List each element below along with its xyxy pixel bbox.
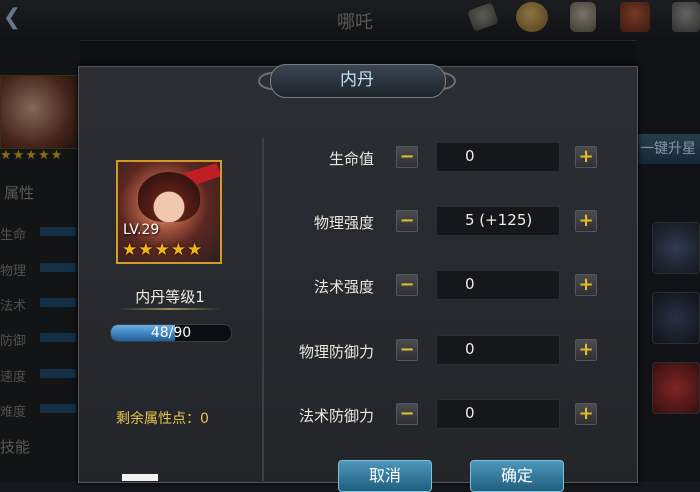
attr-value-physical-defense: 0 [436,335,560,365]
decrease-physical-defense-button[interactable]: − [396,339,418,361]
increase-hp-button[interactable]: + [575,146,597,168]
hero-level: LV.29 [123,222,160,238]
decrease-magic-attack-button[interactable]: − [396,274,418,296]
attr-value-text: 0 [465,340,475,358]
attr-value-text: 0 [465,147,475,165]
dialog-title: 内丹 [340,70,374,90]
dialog-header: 内丹 [258,60,456,102]
dialog-divider [262,138,264,481]
attr-value-hp: 0 [436,142,560,172]
remaining-points-label: 剩余属性点：0 [116,411,209,427]
overlay-patch [122,474,158,481]
attr-label-magic-defense: 法术防御力 [298,407,374,425]
attr-value-magic-attack: 0 [436,270,560,300]
decrease-physical-attack-button[interactable]: − [396,210,418,232]
attr-value-text: 5 (+125) [465,211,533,229]
exp-progress-text: 48/90 [150,325,192,341]
neidan-level-label: 内丹等级1 [135,288,205,306]
attr-label-physical-defense: 物理防御力 [298,343,374,361]
decrease-magic-defense-button[interactable]: − [396,403,418,425]
increase-magic-defense-button[interactable]: + [575,403,597,425]
increase-physical-attack-button[interactable]: + [575,210,597,232]
hero-stars: ★★★★★ [122,240,204,260]
decrease-hp-button[interactable]: − [396,146,418,168]
increase-physical-defense-button[interactable]: + [575,339,597,361]
attr-label-magic-attack: 法术强度 [313,278,374,296]
attr-label-hp: 生命值 [328,150,374,168]
attr-value-text: 0 [465,404,475,422]
hero-face-icon [138,172,200,222]
hero-portrait: LV.29 ★★★★★ [116,160,222,264]
cancel-button[interactable]: 取消 [338,460,432,492]
level-underline [118,308,222,310]
exp-progress-bar: 48/90 [110,324,232,342]
increase-magic-attack-button[interactable]: + [575,274,597,296]
confirm-button[interactable]: 确定 [470,460,564,492]
attr-value-physical-attack: 5 (+125) [436,206,560,236]
attr-value-text: 0 [465,275,475,293]
attr-label-physical-attack: 物理强度 [313,214,374,232]
attr-value-magic-defense: 0 [436,399,560,429]
